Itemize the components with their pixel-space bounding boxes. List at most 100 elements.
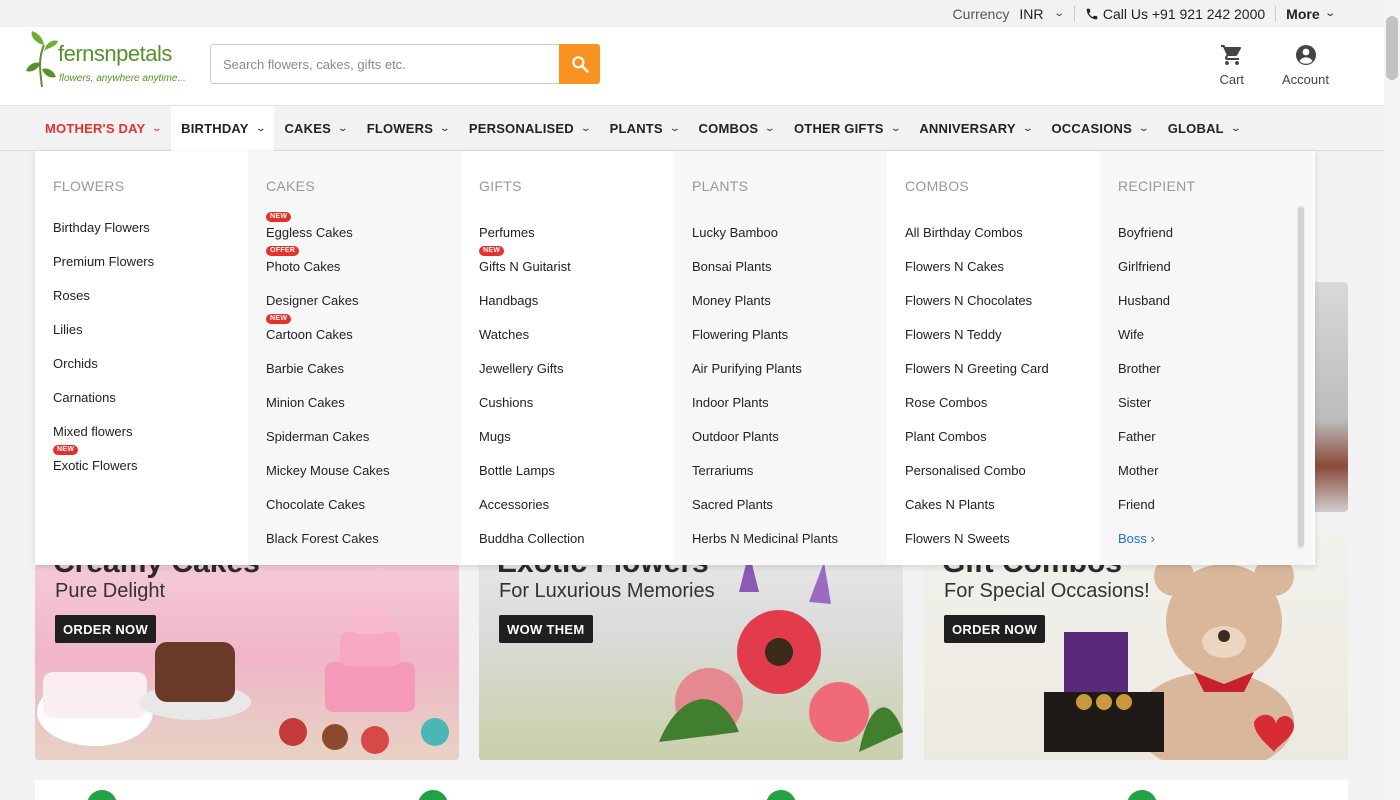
- menu-link-item[interactable]: OFFER Photo Cakes: [266, 246, 461, 287]
- menu-link[interactable]: Rose Combos: [905, 389, 1100, 423]
- menu-link[interactable]: Boyfriend: [1118, 219, 1313, 253]
- menu-link[interactable]: Sacred Plants: [692, 491, 887, 525]
- menu-link[interactable]: Herbs N Medicinal Plants: [692, 525, 887, 559]
- menu-link[interactable]: Outdoor Plants: [692, 423, 887, 457]
- menu-link[interactable]: Orchids: [53, 350, 248, 384]
- search-bar: [210, 44, 600, 84]
- menu-link[interactable]: Perfumes: [479, 219, 674, 253]
- more-menu[interactable]: More ⌄: [1286, 6, 1336, 22]
- nav-item-birthday[interactable]: BIRTHDAY ⌄: [171, 105, 275, 151]
- menu-link[interactable]: Roses: [53, 282, 248, 316]
- top-bar: Currency INR ⌄ Call Us +91 921 242 2000 …: [0, 0, 1384, 27]
- logo[interactable]: fernsnpetals flowers, anywhere anytime..…: [24, 29, 194, 91]
- currency-select[interactable]: INR: [1019, 6, 1043, 22]
- menu-link[interactable]: Lucky Bamboo: [692, 219, 887, 253]
- menu-link[interactable]: Air Purifying Plants: [692, 355, 887, 389]
- chevron-down-icon: ⌄: [439, 122, 451, 133]
- menu-link[interactable]: Flowering Plants: [692, 321, 887, 355]
- menu-link[interactable]: Accessories: [479, 491, 674, 525]
- menu-link[interactable]: Spiderman Cakes: [266, 423, 461, 457]
- menu-link[interactable]: Flowers N Cakes: [905, 253, 1100, 287]
- promo-banner-combos[interactable]: Gift Combos For Special Occasions! ORDER…: [924, 532, 1348, 760]
- menu-link[interactable]: Money Plants: [692, 287, 887, 321]
- menu-link[interactable]: Sister: [1118, 389, 1313, 423]
- menu-link[interactable]: Barbie Cakes: [266, 355, 461, 389]
- promo-banner-cakes[interactable]: Creamy Cakes Pure Delight ORDER NOW: [35, 532, 459, 760]
- nav-item-flowers[interactable]: FLOWERS ⌄: [357, 106, 459, 151]
- menu-link: Boss: [1118, 531, 1147, 546]
- menu-link[interactable]: Buddha Collection: [479, 525, 674, 559]
- hero-banner-edge[interactable]: [1314, 282, 1348, 512]
- nav-item-combos[interactable]: COMBOS ⌄: [689, 106, 784, 151]
- menu-scrollbar-thumb[interactable]: [1298, 207, 1304, 547]
- menu-link[interactable]: Mickey Mouse Cakes: [266, 457, 461, 491]
- view-more-link[interactable]: Boss ›: [1118, 525, 1313, 559]
- menu-link[interactable]: Premium Flowers: [53, 248, 248, 282]
- menu-link[interactable]: Husband: [1118, 287, 1313, 321]
- nav-item-other-gifts[interactable]: OTHER GIFTS ⌄: [784, 106, 909, 151]
- menu-link-item[interactable]: NEW Gifts N Guitarist: [479, 246, 674, 287]
- menu-link[interactable]: Cushions: [479, 389, 674, 423]
- chevron-down-icon[interactable]: ⌄: [1054, 8, 1066, 19]
- menu-link[interactable]: Birthday Flowers: [53, 214, 248, 248]
- menu-link[interactable]: All Birthday Combos: [905, 219, 1100, 253]
- nav-item-anniversary[interactable]: ANNIVERSARY ⌄: [909, 106, 1041, 151]
- nav-item-mothers-day[interactable]: MOTHER'S DAY ⌄: [35, 106, 171, 151]
- delivery-icon: [87, 790, 117, 800]
- menu-link[interactable]: Cakes N Plants: [905, 491, 1100, 525]
- menu-link[interactable]: Watches: [479, 321, 674, 355]
- nav-item-global[interactable]: GLOBAL ⌄: [1158, 106, 1250, 151]
- menu-link[interactable]: Jewellery Gifts: [479, 355, 674, 389]
- menu-link[interactable]: Terrariums: [692, 457, 887, 491]
- nav-item-cakes[interactable]: CAKES ⌄: [274, 106, 356, 151]
- menu-link[interactable]: Personalised Combo: [905, 457, 1100, 491]
- menu-link[interactable]: Flowers N Sweets: [905, 525, 1100, 559]
- menu-link[interactable]: Mixed flowers: [53, 418, 248, 452]
- menu-link[interactable]: Handbags: [479, 287, 674, 321]
- call-us-link[interactable]: Call Us +91 921 242 2000: [1085, 6, 1265, 22]
- cart-button[interactable]: Cart: [1219, 43, 1244, 87]
- menu-link[interactable]: Bonsai Plants: [692, 253, 887, 287]
- menu-link[interactable]: Black Forest Cakes: [266, 525, 461, 559]
- menu-link[interactable]: Flowers N Chocolates: [905, 287, 1100, 321]
- page-scrollbar-thumb[interactable]: [1386, 16, 1398, 80]
- nav-item-plants[interactable]: PLANTS ⌄: [600, 106, 689, 151]
- divider: [1073, 5, 1075, 22]
- order-now-button[interactable]: ORDER NOW: [944, 615, 1046, 643]
- menu-link[interactable]: Minion Cakes: [266, 389, 461, 423]
- search-button[interactable]: [559, 44, 600, 84]
- menu-link[interactable]: Bottle Lamps: [479, 457, 674, 491]
- menu-link[interactable]: Carnations: [53, 384, 248, 418]
- menu-link: Exotic Flowers: [53, 458, 138, 473]
- menu-link[interactable]: Father: [1118, 423, 1313, 457]
- menu-scrollbar[interactable]: [1297, 205, 1305, 550]
- menu-link[interactable]: Wife: [1118, 321, 1313, 355]
- banner-subtitle: For Special Occasions!: [944, 580, 1150, 602]
- menu-link[interactable]: Mugs: [479, 423, 674, 457]
- chevron-down-icon: ⌄: [764, 122, 776, 133]
- menu-link[interactable]: Designer Cakes: [266, 287, 461, 321]
- menu-link[interactable]: Brother: [1118, 355, 1313, 389]
- nav-label: COMBOS: [698, 120, 759, 136]
- page-scrollbar[interactable]: [1384, 0, 1400, 800]
- menu-link[interactable]: Friend: [1118, 491, 1313, 525]
- menu-link[interactable]: Lilies: [53, 316, 248, 350]
- menu-link[interactable]: Mother: [1118, 457, 1313, 491]
- menu-link[interactable]: Girlfriend: [1118, 253, 1313, 287]
- phone-icon: [1086, 8, 1098, 19]
- wow-them-button[interactable]: WOW THEM: [499, 615, 593, 643]
- menu-link-item[interactable]: NEW Cartoon Cakes: [266, 314, 461, 355]
- nav-label: ANNIVERSARY: [919, 120, 1016, 136]
- promo-banner-flowers[interactable]: Exotic Flowers For Luxurious Memories WO…: [479, 532, 903, 760]
- menu-link[interactable]: Flowers N Teddy: [905, 321, 1100, 355]
- menu-link-item[interactable]: NEW Exotic Flowers: [53, 445, 248, 486]
- search-input[interactable]: [210, 44, 559, 84]
- menu-link[interactable]: Plant Combos: [905, 423, 1100, 457]
- account-button[interactable]: Account: [1282, 43, 1329, 87]
- nav-item-occasions[interactable]: OCCASIONS ⌄: [1041, 106, 1157, 151]
- nav-item-personalised[interactable]: PERSONALISED ⌄: [459, 106, 600, 151]
- menu-link[interactable]: Chocolate Cakes: [266, 491, 461, 525]
- feature-strip: [35, 780, 1348, 800]
- menu-link[interactable]: Flowers N Greeting Card: [905, 355, 1100, 389]
- menu-link[interactable]: Indoor Plants: [692, 389, 887, 423]
